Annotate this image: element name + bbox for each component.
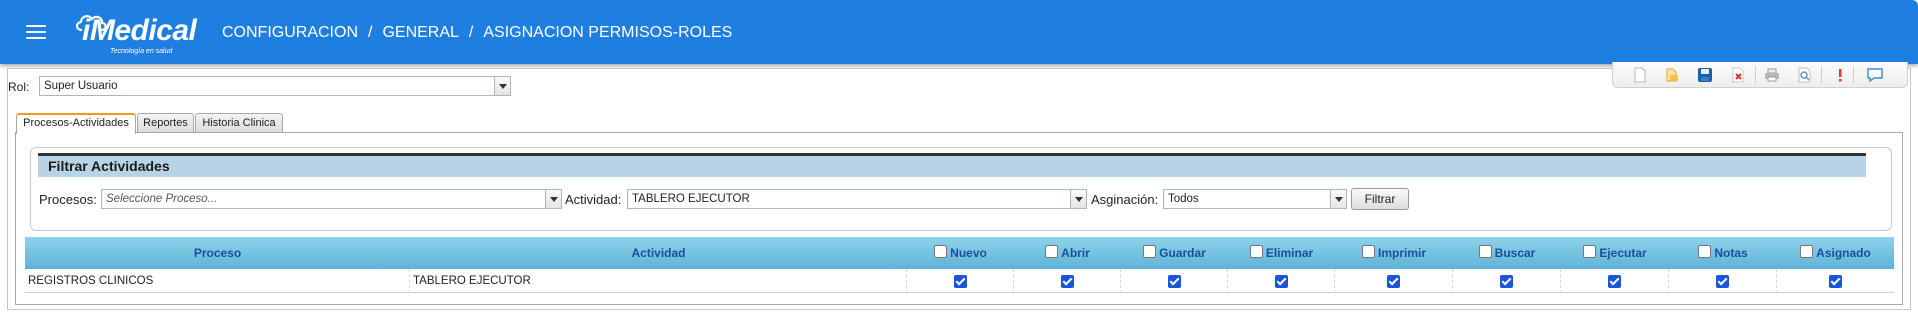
select-all-notas-checkbox[interactable] — [1698, 245, 1712, 258]
tab-historia-clinica[interactable]: Historia Clinica — [195, 113, 283, 133]
app-header: iMedical Tecnología en salud CONFIGURACI… — [0, 0, 1918, 64]
buscar-checkbox[interactable] — [1500, 274, 1513, 288]
eliminar-checkbox[interactable] — [1274, 274, 1288, 288]
column-header-nuevo: Nuevo — [907, 237, 1014, 269]
column-header-guardar-label: Guardar — [1159, 246, 1206, 260]
guardar-checkbox[interactable] — [1167, 274, 1181, 288]
select-all-buscar-checkbox[interactable] — [1478, 245, 1492, 258]
select-all-nuevo-checkbox[interactable] — [934, 245, 948, 258]
column-header-notas: Notas — [1669, 237, 1777, 269]
select-all-guardar-checkbox[interactable] — [1143, 245, 1157, 258]
open-folder-icon[interactable] — [1663, 66, 1681, 84]
preview-icon[interactable] — [1796, 66, 1814, 84]
select-all-eliminar-checkbox[interactable] — [1249, 245, 1263, 258]
chevron-down-icon[interactable] — [1330, 190, 1346, 208]
notas-checkbox[interactable] — [1716, 274, 1729, 288]
cell-ejecutar — [1561, 269, 1669, 293]
breadcrumb-separator: / — [468, 24, 474, 41]
cell-guardar — [1121, 269, 1228, 293]
toolbar-separator — [1821, 66, 1822, 84]
cell-asignado — [1777, 269, 1894, 293]
asignacion-label: Asginación: — [1091, 192, 1159, 207]
cell-nuevo — [907, 269, 1014, 293]
chevron-down-icon[interactable] — [545, 190, 561, 208]
imprimir-checkbox[interactable] — [1387, 274, 1400, 288]
select-all-abrir-checkbox[interactable] — [1045, 245, 1059, 258]
chevron-down-icon[interactable] — [494, 77, 510, 95]
cell-imprimir — [1335, 269, 1453, 293]
column-header-actividad: Actividad — [631, 246, 686, 260]
chat-icon[interactable] — [1866, 66, 1884, 84]
action-toolbar — [1612, 62, 1908, 88]
procesos-select[interactable]: Seleccione Proceso... — [101, 189, 562, 209]
column-header-buscar-label: Buscar — [1494, 246, 1536, 260]
tab-procesos-actividades[interactable]: Procesos-Actividades — [16, 113, 136, 134]
column-header-proceso: Proceso — [193, 246, 242, 260]
cell-abrir — [1014, 269, 1121, 293]
save-icon[interactable] — [1696, 66, 1714, 84]
print-icon[interactable] — [1763, 66, 1781, 84]
grid-header: Proceso Actividad Nuevo Abrir Guardar El… — [25, 237, 1894, 269]
column-header-notas-label: Notas — [1714, 246, 1748, 260]
breadcrumb: CONFIGURACION / GENERAL / ASIGNACION PERMISO… — [222, 24, 732, 42]
column-header-eliminar-label: Eliminar — [1265, 246, 1314, 260]
breadcrumb-item-configuracion[interactable]: CONFIGURACION — [222, 24, 358, 41]
table-row[interactable]: REGISTROS CLINICOS TABLERO EJECUTOR — [25, 269, 1894, 293]
asignado-checkbox[interactable] — [1829, 274, 1842, 288]
new-document-icon[interactable] — [1631, 66, 1649, 84]
procesos-select-placeholder: Seleccione Proceso... — [106, 193, 218, 205]
breadcrumb-item-general[interactable]: GENERAL — [382, 24, 458, 41]
hamburger-menu-icon[interactable] — [26, 25, 46, 41]
select-all-ejecutar-checkbox[interactable] — [1583, 245, 1597, 258]
nuevo-checkbox[interactable] — [953, 274, 967, 288]
breadcrumb-separator: / — [368, 24, 373, 41]
help-icon[interactable] — [1831, 66, 1849, 84]
rol-select[interactable]: Super Usuario — [39, 76, 511, 96]
cell-actividad: TABLERO EJECUTOR — [410, 269, 907, 293]
select-all-asignado-checkbox[interactable] — [1800, 245, 1814, 258]
tab-reportes[interactable]: Reportes — [137, 113, 194, 133]
filtrar-button[interactable]: Filtrar — [1351, 188, 1409, 210]
cell-eliminar — [1228, 269, 1335, 293]
abrir-checkbox[interactable] — [1060, 274, 1074, 288]
toolbar-separator — [1853, 66, 1854, 84]
column-header-eliminar: Eliminar — [1228, 237, 1335, 269]
toolbar-separator — [1755, 66, 1756, 84]
column-header-abrir: Abrir — [1014, 237, 1121, 269]
breadcrumb-item-current: ASIGNACION PERMISOS-ROLES — [483, 24, 733, 41]
cell-notas — [1669, 269, 1777, 293]
column-header-nuevo-label: Nuevo — [950, 246, 987, 260]
procesos-label: Procesos: — [39, 192, 97, 207]
column-header-ejecutar: Ejecutar — [1561, 237, 1669, 269]
rol-label: Rol: — [8, 80, 30, 94]
chevron-down-icon[interactable] — [1070, 190, 1086, 208]
column-header-abrir-label: Abrir — [1061, 246, 1090, 260]
actividad-label: Actividad: — [565, 192, 622, 207]
asignacion-select[interactable]: Todos — [1163, 189, 1347, 209]
logo-text: iMedical — [82, 14, 197, 47]
column-header-imprimir: Imprimir — [1335, 237, 1453, 269]
actividad-select[interactable]: TABLERO EJECUTOR — [627, 189, 1087, 209]
column-header-guardar: Guardar — [1121, 237, 1228, 269]
cell-proceso: REGISTROS CLINICOS — [25, 269, 410, 293]
delete-icon[interactable] — [1729, 66, 1747, 84]
filter-title: Filtrar Actividades — [38, 153, 1866, 177]
column-header-asignado-label: Asignado — [1816, 246, 1871, 260]
column-header-imprimir-label: Imprimir — [1377, 246, 1426, 260]
column-header-asignado: Asignado — [1777, 237, 1894, 269]
column-header-ejecutar-label: Ejecutar — [1599, 246, 1647, 260]
actividad-select-value: TABLERO EJECUTOR — [632, 193, 750, 205]
logo-tagline: Tecnología en salud — [110, 48, 173, 55]
ejecutar-checkbox[interactable] — [1608, 274, 1621, 288]
app-logo[interactable]: iMedical Tecnología en salud — [74, 12, 204, 56]
cell-buscar — [1453, 269, 1561, 293]
select-all-imprimir-checkbox[interactable] — [1361, 245, 1375, 258]
rol-select-value: Super Usuario — [44, 80, 118, 92]
column-header-buscar: Buscar — [1453, 237, 1561, 269]
asignacion-select-value: Todos — [1168, 193, 1199, 205]
